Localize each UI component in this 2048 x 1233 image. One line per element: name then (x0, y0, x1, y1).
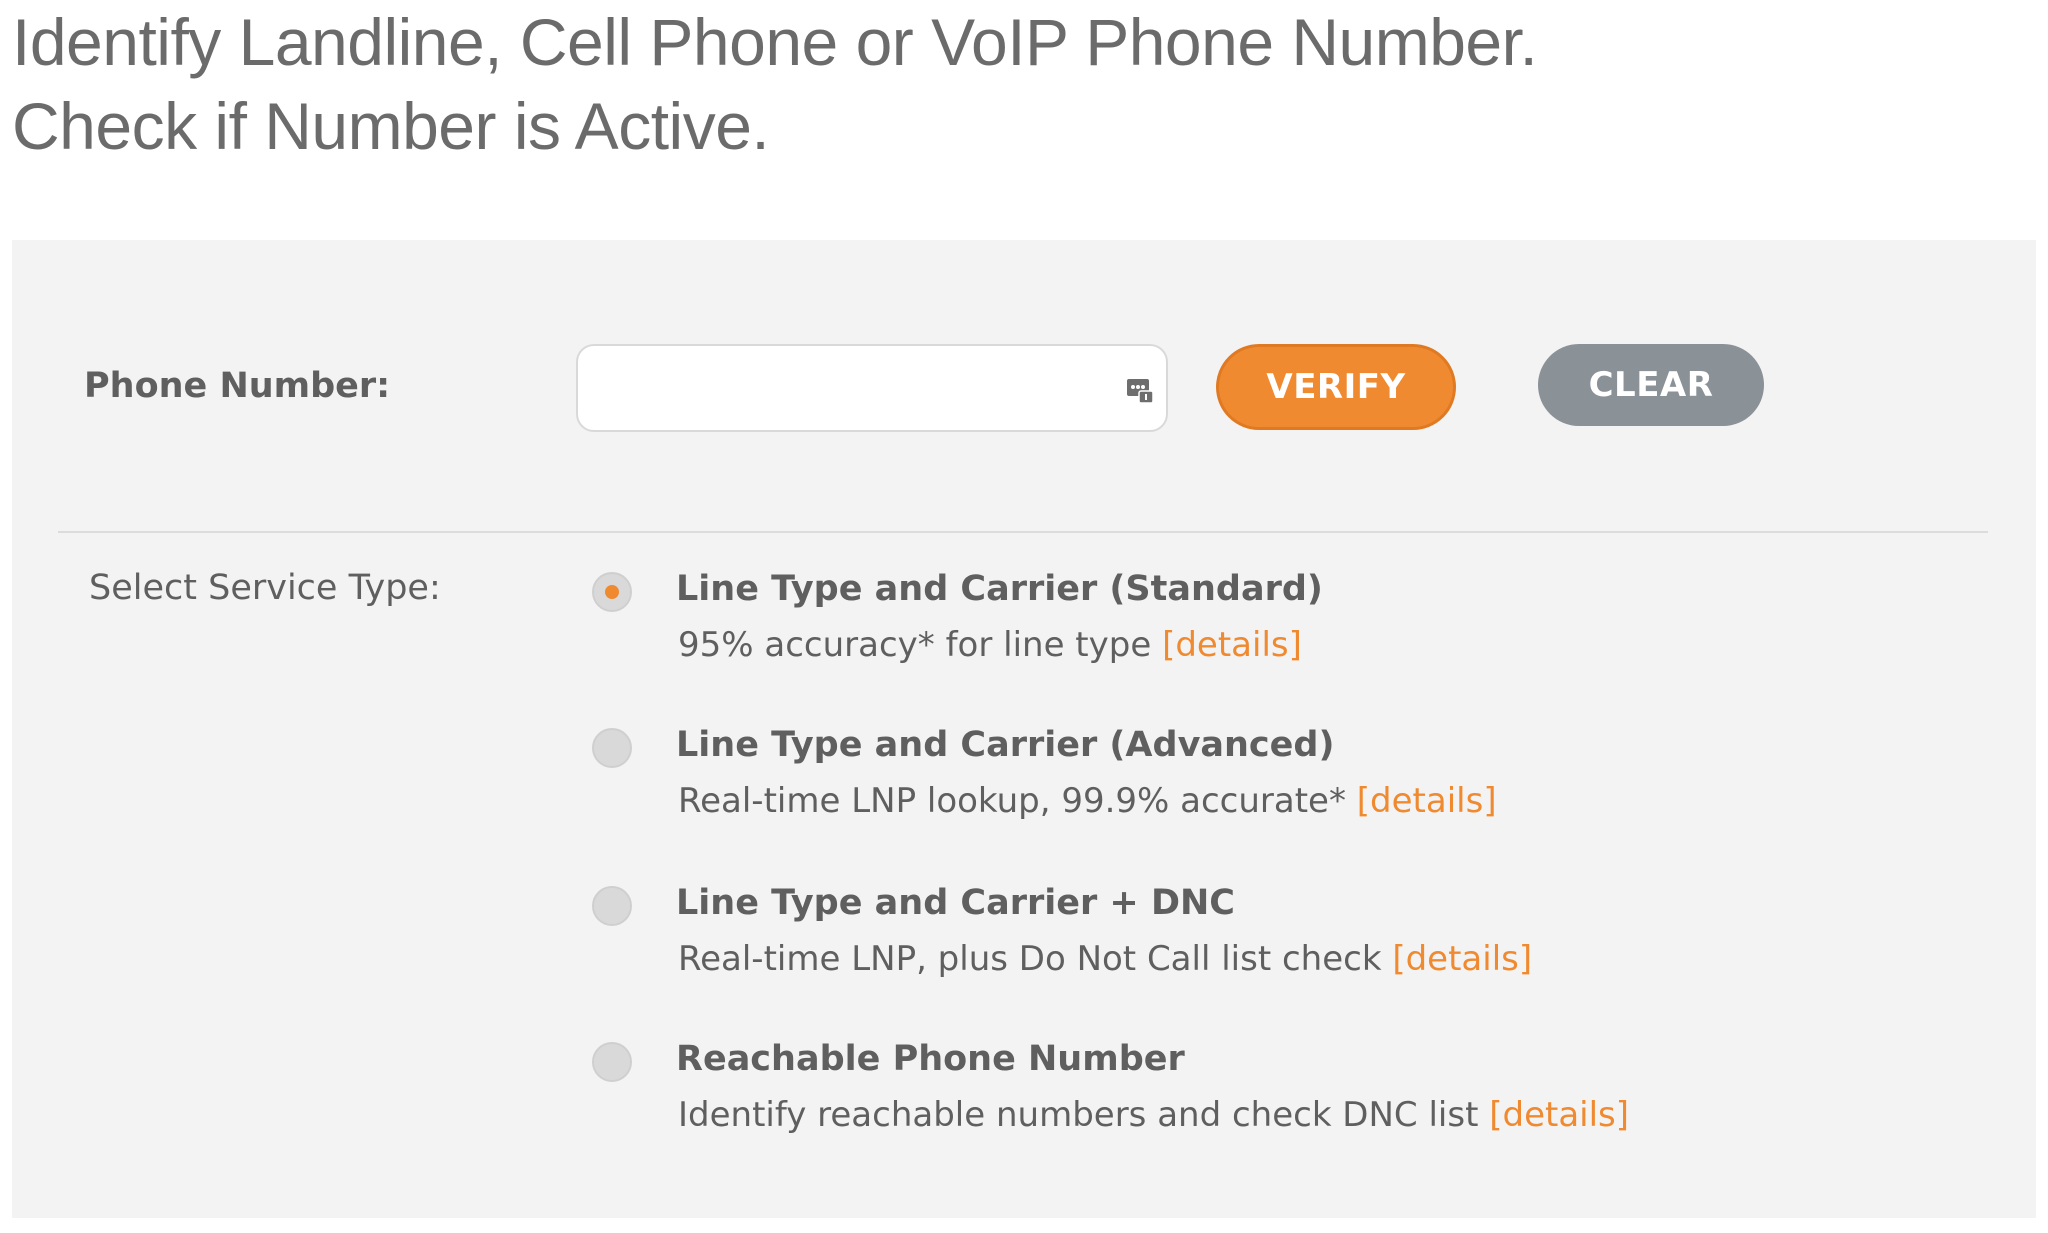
service-option-description: Real-time LNP lookup, 99.9% accurate* [d… (678, 778, 1497, 824)
headline-line-1: Identify Landline, Cell Phone or VoIP Ph… (12, 5, 1538, 79)
service-option-advanced[interactable]: Line Type and Carrier (Advanced) Real-ti… (592, 722, 1792, 842)
divider (58, 531, 1988, 533)
service-option-desc-text: 95% accuracy* for line type (678, 625, 1152, 665)
radio-unchecked-icon[interactable] (592, 886, 632, 926)
service-option-desc-text: Identify reachable numbers and check DNC… (678, 1095, 1479, 1135)
service-option-title: Line Type and Carrier + DNC (676, 883, 1235, 923)
phone-number-input[interactable] (598, 360, 1102, 418)
service-option-description: 95% accuracy* for line type [details] (678, 622, 1302, 668)
service-option-standard[interactable]: Line Type and Carrier (Standard) 95% acc… (592, 566, 1792, 686)
clear-button[interactable]: CLEAR (1538, 344, 1764, 426)
details-link-reachable[interactable]: [details] (1489, 1095, 1629, 1135)
radio-unchecked-icon[interactable] (592, 1042, 632, 1082)
service-option-dnc[interactable]: Line Type and Carrier + DNC Real-time LN… (592, 880, 1792, 1000)
verify-button[interactable]: VERIFY (1216, 344, 1456, 430)
page-headline: Identify Landline, Cell Phone or VoIP Ph… (12, 0, 1538, 168)
page: Identify Landline, Cell Phone or VoIP Ph… (0, 0, 2048, 1233)
phone-number-label: Phone Number: (84, 366, 391, 406)
details-link-advanced[interactable]: [details] (1357, 781, 1497, 821)
service-option-title: Reachable Phone Number (676, 1039, 1185, 1079)
phone-number-field[interactable] (576, 344, 1168, 432)
service-option-description: Real-time LNP, plus Do Not Call list che… (678, 936, 1532, 982)
details-link-standard[interactable]: [details] (1162, 625, 1302, 665)
verify-form-panel: Phone Number: VERIFY CLEAR Select Servic… (12, 240, 2036, 1218)
headline-line-2: Check if Number is Active. (12, 89, 770, 163)
service-option-reachable[interactable]: Reachable Phone Number Identify reachabl… (592, 1036, 1792, 1156)
service-option-title: Line Type and Carrier (Standard) (676, 569, 1323, 609)
service-type-label: Select Service Type: (89, 568, 441, 608)
details-link-dnc[interactable]: [details] (1392, 939, 1532, 979)
contact-card-icon[interactable] (1124, 374, 1156, 406)
service-option-desc-text: Real-time LNP lookup, 99.9% accurate* (678, 781, 1346, 821)
radio-unchecked-icon[interactable] (592, 728, 632, 768)
radio-checked-icon[interactable] (592, 572, 632, 612)
service-option-title: Line Type and Carrier (Advanced) (676, 725, 1335, 765)
service-option-description: Identify reachable numbers and check DNC… (678, 1092, 1629, 1138)
service-option-desc-text: Real-time LNP, plus Do Not Call list che… (678, 939, 1382, 979)
